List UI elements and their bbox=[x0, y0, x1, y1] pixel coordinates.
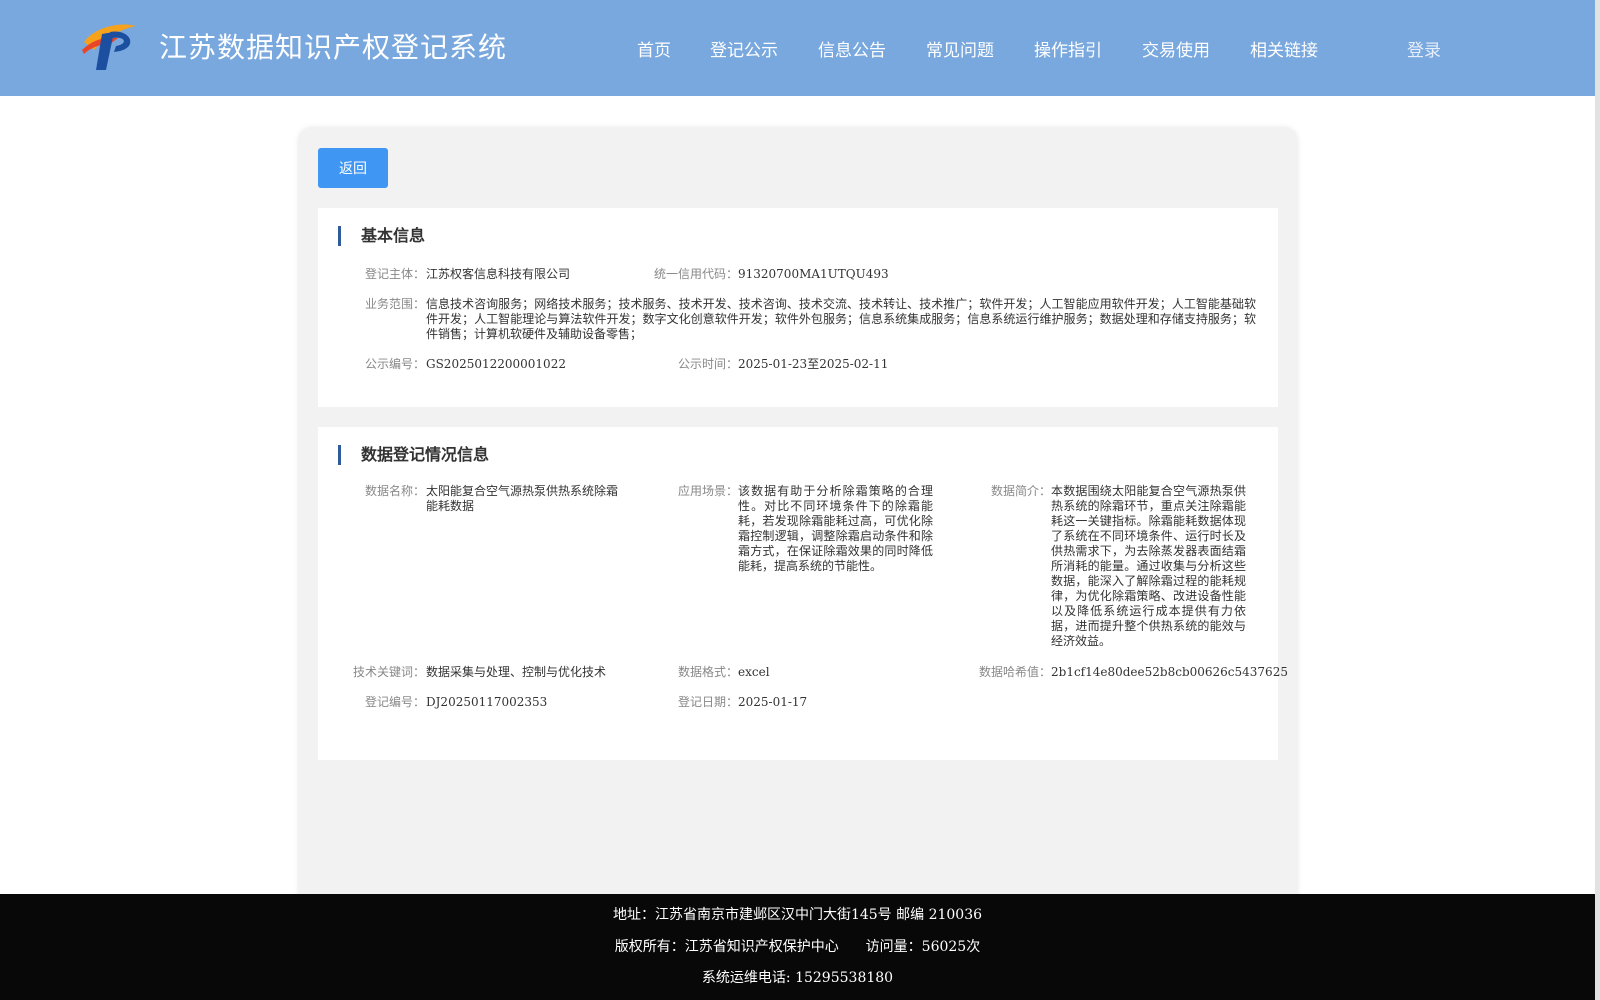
data-hash-label: 数据哈希值： bbox=[978, 665, 1051, 679]
keywords-row: 技术关键词： 数据采集与处理、控制与优化技术 数据格式： excel 数据哈希值… bbox=[318, 665, 1288, 681]
reg-number-row: 登记编号： DJ20250117002353 登记日期： 2025-01-17 bbox=[318, 695, 1278, 711]
tech-keywords-value: 数据采集与处理、控制与优化技术 bbox=[426, 665, 607, 679]
footer-address: 地址：江苏省南京市建邺区汉中门大街145号 邮编 210036 bbox=[612, 907, 983, 923]
application-scene-value: 该数据有助于分析除霜策略的合理性。对比不同环境条件下的除霜能耗，若发现除霜能耗过… bbox=[738, 484, 933, 573]
nav-faq[interactable]: 常见问题 bbox=[926, 36, 994, 61]
notice-time-value: 2025-01-23至2025-02-11 bbox=[738, 357, 889, 371]
page-scrollbar[interactable] bbox=[1595, 0, 1600, 1000]
nav-info-announcement[interactable]: 信息公告 bbox=[818, 36, 886, 61]
reg-number-label: 登记编号： bbox=[364, 695, 425, 709]
notice-number-label: 公示编号： bbox=[364, 357, 425, 371]
nav-transaction-use[interactable]: 交易使用 bbox=[1142, 36, 1210, 61]
footer-copyright: 版权所有：江苏省知识产权保护中心 bbox=[614, 939, 839, 955]
credit-code-label: 统一信用代码： bbox=[653, 267, 738, 281]
data-description-row: 数据名称： 太阳能复合空气源热泵供热系统除霜能耗数据 应用场景： 该数据有助于分… bbox=[318, 484, 1278, 654]
nav-registration-notice[interactable]: 登记公示 bbox=[710, 36, 778, 61]
subject-label: 登记主体： bbox=[364, 267, 425, 281]
page-footer: 地址：江苏省南京市建邺区汉中门大街145号 邮编 210036 版权所有：江苏省… bbox=[0, 894, 1595, 1000]
top-header: 江苏数据知识产权登记系统 首页 登记公示 信息公告 常见问题 操作指引 交易使用… bbox=[0, 0, 1595, 96]
nav-operation-guide[interactable]: 操作指引 bbox=[1034, 36, 1102, 61]
logo-icon bbox=[82, 24, 136, 70]
back-button[interactable]: 返回 bbox=[318, 148, 388, 188]
data-format-value: excel bbox=[738, 665, 770, 679]
notice-number-value: GS2025012200001022 bbox=[426, 357, 566, 371]
basic-info-title: 基本信息 bbox=[338, 226, 425, 246]
login-link[interactable]: 登录 bbox=[1407, 36, 1441, 61]
data-intro-label: 数据简介： bbox=[990, 484, 1051, 498]
reg-date-value: 2025-01-17 bbox=[738, 695, 808, 709]
registration-info-title: 数据登记情况信息 bbox=[338, 445, 489, 465]
data-name-label: 数据名称： bbox=[364, 484, 425, 498]
application-scene-label: 应用场景： bbox=[677, 484, 738, 498]
nav-related-links[interactable]: 相关链接 bbox=[1250, 36, 1318, 61]
footer-copyright-line: 版权所有：江苏省知识产权保护中心 访问量：56025次 bbox=[0, 936, 1595, 956]
data-name-value: 太阳能复合空气源热泵供热系统除霜能耗数据 bbox=[426, 484, 619, 513]
footer-visit-count: 访问量：56025次 bbox=[865, 939, 981, 955]
notice-field: 公示编号： GS2025012200001022 公示时间： 2025-01-2… bbox=[318, 357, 1278, 373]
detail-card: 返回 基本信息 登记主体： 江苏权客信息科技有限公司 统一信用代码： 91320… bbox=[298, 127, 1298, 907]
notice-time-label: 公示时间： bbox=[677, 357, 738, 371]
registration-info-panel: 数据登记情况信息 数据名称： 太阳能复合空气源热泵供热系统除霜能耗数据 应用场景… bbox=[318, 427, 1288, 760]
site-logo[interactable] bbox=[80, 20, 140, 72]
scope-value: 信息技术咨询服务；网络技术服务；技术服务、技术开发、技术咨询、技术交流、技术转让… bbox=[426, 297, 1256, 341]
credit-code-value: 91320700MA1UTQU493 bbox=[738, 267, 889, 281]
subject-field: 登记主体： 江苏权客信息科技有限公司 统一信用代码： 91320700MA1UT… bbox=[318, 267, 1278, 283]
reg-date-label: 登记日期： bbox=[677, 695, 738, 709]
data-hash-value: 2b1cf14e80dee52b8cb00626c5437625 bbox=[1051, 665, 1288, 679]
basic-info-panel: 基本信息 登记主体： 江苏权客信息科技有限公司 统一信用代码： 91320700… bbox=[318, 208, 1278, 407]
data-intro-value: 本数据围绕太阳能复合空气源热泵供热系统的除霜环节，重点关注除霜能耗这一关键指标。… bbox=[1051, 484, 1246, 648]
scope-label: 业务范围： bbox=[364, 297, 425, 311]
subject-value: 江苏权客信息科技有限公司 bbox=[426, 267, 571, 281]
reg-number-value: DJ20250117002353 bbox=[426, 695, 548, 709]
tech-keywords-label: 技术关键词： bbox=[352, 665, 425, 679]
site-title: 江苏数据知识产权登记系统 bbox=[159, 31, 508, 64]
data-format-label: 数据格式： bbox=[677, 665, 738, 679]
nav-home[interactable]: 首页 bbox=[637, 36, 671, 61]
footer-phone: 系统运维电话: 15295538180 bbox=[701, 970, 894, 986]
scope-field: 业务范围： 信息技术咨询服务；网络技术服务；技术服务、技术开发、技术咨询、技术交… bbox=[318, 297, 1278, 343]
